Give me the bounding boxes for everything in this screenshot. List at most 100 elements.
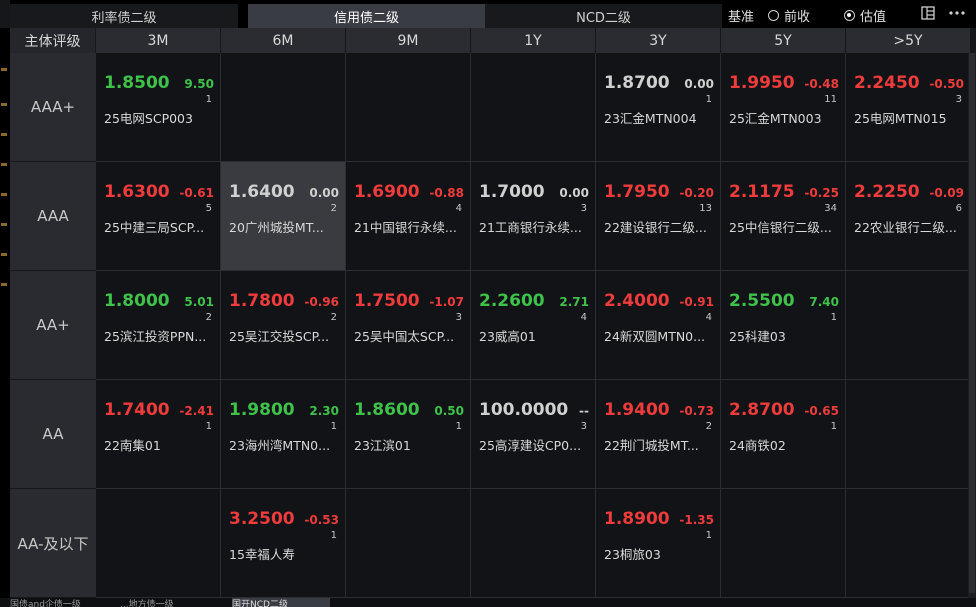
vertical-scrollbar[interactable] (968, 53, 976, 598)
empty-cell (471, 489, 596, 598)
tab-ncd[interactable]: NCD二级 (485, 4, 722, 28)
bond-cell[interactable]: 1.6300 -0.61 5 25中建三局SCP... (96, 162, 221, 271)
change-value: -0.50 (929, 77, 964, 91)
trade-count: 2 (205, 312, 212, 323)
bond-cell[interactable]: 1.8900 -1.35 1 23桐旅03 (596, 489, 721, 598)
bond-cell[interactable]: 1.8500 9.50 1 25电网SCP003 (96, 53, 221, 162)
scrollbar-thumb[interactable] (969, 53, 975, 593)
trade-count: 1 (330, 421, 337, 432)
yield-value: 1.7500 (354, 291, 420, 311)
yield-value: 2.8700 (729, 400, 795, 420)
more-icon[interactable] (946, 6, 968, 22)
yield-value: 100.0000 (479, 400, 569, 420)
column-header[interactable]: 3Y (596, 28, 721, 53)
bond-name: 25科建03 (729, 329, 786, 344)
yield-value: 1.8700 (604, 73, 670, 93)
bond-cell[interactable]: 1.8600 0.50 1 23江滨01 (346, 380, 471, 489)
basis-option-valuation[interactable]: 估值 (844, 4, 886, 26)
bond-cell[interactable]: 1.6900 -0.88 4 21中国银行永续... (346, 162, 471, 271)
bond-cell[interactable]: 1.7400 -2.41 1 22南集01 (96, 380, 221, 489)
bond-name: 15幸福人寿 (229, 547, 295, 562)
column-header[interactable]: 5Y (721, 28, 846, 53)
bond-cell[interactable]: 2.2450 -0.50 3 25电网MTN015 (846, 53, 971, 162)
bond-cell[interactable]: 1.7800 -0.96 2 25吴江交投SCP... (221, 271, 346, 380)
change-value: 0.00 (309, 186, 339, 200)
bond-name: 25电网SCP003 (104, 111, 193, 126)
trade-count: 13 (699, 203, 712, 214)
trade-count: 3 (455, 312, 462, 323)
column-header[interactable]: 1Y (471, 28, 596, 53)
bond-name: 22建设银行二级... (604, 220, 707, 235)
empty-cell (346, 53, 471, 162)
radio-selected-icon[interactable] (844, 9, 855, 21)
tab-credit-bond[interactable]: 信用债二级 (248, 4, 485, 28)
row-header-rating: AAA+ (10, 53, 96, 162)
bond-cell[interactable]: 1.7500 -1.07 3 25吴中国太SCP... (346, 271, 471, 380)
change-value: 9.50 (184, 77, 214, 91)
bond-name: 25电网MTN015 (854, 111, 947, 126)
yield-value: 1.7400 (104, 400, 170, 420)
bond-name: 25吴中国太SCP... (354, 329, 455, 344)
row-header-rating: AA-及以下 (10, 489, 96, 598)
bottom-tab-active[interactable]: 国开NCD二级 (232, 598, 330, 607)
bond-cell[interactable]: 2.4000 -0.91 4 24新双圆MTN0... (596, 271, 721, 380)
trade-count: 3 (955, 94, 962, 105)
empty-cell (721, 489, 846, 598)
change-value: -0.09 (929, 186, 964, 200)
bond-name: 25中建三局SCP... (104, 220, 205, 235)
yield-value: 1.9950 (729, 73, 795, 93)
column-header[interactable]: 6M (221, 28, 346, 53)
change-value: -0.73 (679, 404, 714, 418)
column-header[interactable]: 3M (96, 28, 221, 53)
bond-cell[interactable]: 2.2250 -0.09 6 22农业银行二级... (846, 162, 971, 271)
bond-cell[interactable]: 2.1175 -0.25 34 25中信银行二级... (721, 162, 846, 271)
bond-cell[interactable]: 100.0000 -- 3 25高淳建设CP0... (471, 380, 596, 489)
empty-cell (346, 489, 471, 598)
bond-cell[interactable]: 2.8700 -0.65 1 24商铁02 (721, 380, 846, 489)
bottom-tab[interactable]: ...地方债一级 (120, 598, 220, 607)
empty-cell (846, 380, 971, 489)
change-value: -2.41 (179, 404, 214, 418)
bond-cell[interactable]: 3.2500 -0.53 1 15幸福人寿 (221, 489, 346, 598)
bond-cell[interactable]: 2.5500 7.40 1 25科建03 (721, 271, 846, 380)
bond-cell[interactable]: 1.9800 2.30 1 23海州湾MTN0... (221, 380, 346, 489)
row-header-rating: AA+ (10, 271, 96, 380)
bond-cell[interactable]: 1.8000 5.01 2 25滨江投资PPN... (96, 271, 221, 380)
yield-value: 1.9800 (229, 400, 295, 420)
bond-cell[interactable]: 1.7000 0.00 3 21工商银行永续... (471, 162, 596, 271)
bond-cell[interactable]: 1.6400 0.00 2 20广州城投MT... (221, 162, 346, 271)
change-value: -0.48 (804, 77, 839, 91)
bond-name: 21中国银行永续... (354, 220, 457, 235)
basis-option-prev-close[interactable]: 前收 (768, 4, 810, 26)
column-header[interactable]: 9M (346, 28, 471, 53)
bond-cell[interactable]: 1.8700 0.00 1 23汇金MTN004 (596, 53, 721, 162)
yield-value: 2.4000 (604, 291, 670, 311)
tab-rate-bond[interactable]: 利率债二级 (10, 4, 238, 28)
change-value: -1.07 (429, 295, 464, 309)
bond-name: 20广州城投MT... (229, 220, 324, 235)
change-value: -0.88 (429, 186, 464, 200)
layout-icon[interactable] (920, 6, 936, 22)
radio-icon[interactable] (768, 9, 779, 21)
bond-cell[interactable]: 1.7950 -0.20 13 22建设银行二级... (596, 162, 721, 271)
bond-name: 21工商银行永续... (479, 220, 582, 235)
bottom-tab[interactable]: 国债and企债一级 (10, 598, 110, 607)
bond-name: 25滨江投资PPN... (104, 329, 207, 344)
yield-value: 1.6400 (229, 182, 295, 202)
bond-cell[interactable]: 1.9400 -0.73 2 22荆门城投MT... (596, 380, 721, 489)
change-value: 2.30 (309, 404, 339, 418)
change-value: -0.25 (804, 186, 839, 200)
yield-value: 2.5500 (729, 291, 795, 311)
empty-cell (471, 53, 596, 162)
bond-name: 25汇金MTN003 (729, 111, 822, 126)
trade-count: 1 (205, 421, 212, 432)
column-header[interactable]: >5Y (846, 28, 971, 53)
trade-count: 3 (580, 203, 587, 214)
bond-cell[interactable]: 2.2600 2.71 4 23威高01 (471, 271, 596, 380)
trade-count: 1 (705, 94, 712, 105)
bond-name: 22荆门城投MT... (604, 438, 699, 453)
trade-count: 1 (455, 421, 462, 432)
bond-name: 25中信银行二级... (729, 220, 832, 235)
bond-cell[interactable]: 1.9950 -0.48 11 25汇金MTN003 (721, 53, 846, 162)
row-header-rating: AAA (10, 162, 96, 271)
